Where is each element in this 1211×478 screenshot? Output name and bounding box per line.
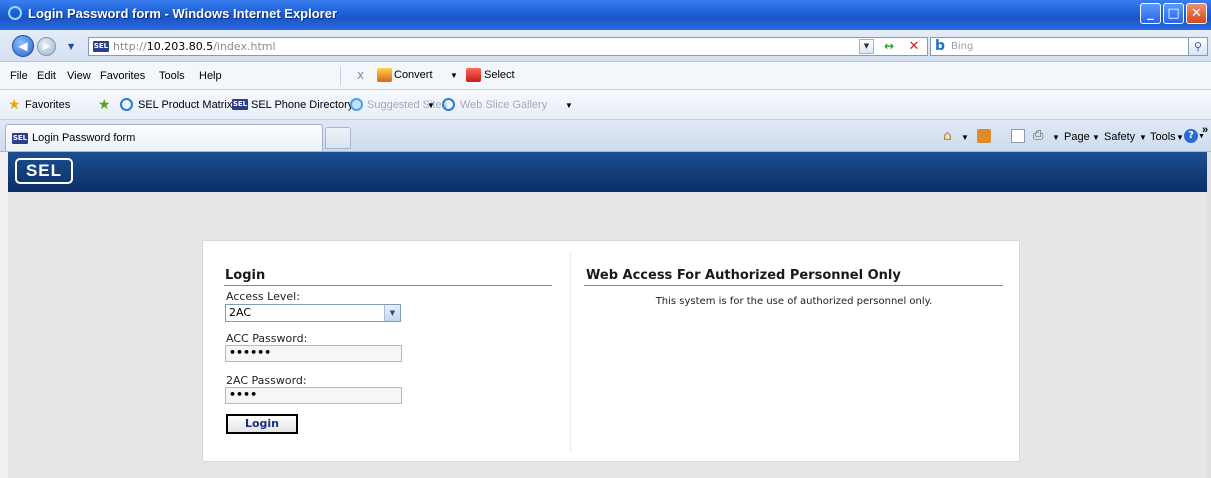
ie-page-icon [120,98,133,111]
tools-menu[interactable]: Tools [1150,131,1176,143]
maximize-icon: □ [1167,6,1180,21]
select-icon [466,68,481,82]
page-menu[interactable]: Page [1064,131,1090,143]
search-placeholder: Bing [951,41,974,52]
sel-favicon: SEL [232,99,248,110]
window-titlebar: Login Password form - Windows Internet E… [0,0,1211,30]
address-input[interactable]: SEL http://10.203.80.5/index.html [88,37,928,56]
url-path: /index.html [213,40,276,53]
forward-button[interactable]: ▶ [37,37,56,56]
close-icon: ✕ [1191,6,1202,21]
minimize-icon: _ [1147,6,1154,21]
login-heading: Login [225,268,266,283]
menu-bar: File Edit View Favorites Tools Help x Co… [0,62,1211,90]
menu-favorites[interactable]: Favorites [100,70,145,82]
search-icon: ⚲ [1193,40,1203,53]
address-toolbar: ◀ ▶ ▼ SEL http://10.203.80.5/index.html … [0,30,1211,62]
card-divider [570,253,571,453]
refresh-button[interactable]: ↔ [880,39,898,54]
tab-title: Login Password form [32,132,136,144]
url-scheme: http:// [113,40,147,53]
page-left-border [0,152,8,478]
access-level-select[interactable]: 2AC ▼ [225,304,401,322]
2ac-password-field[interactable]: •••• [225,387,402,404]
forward-arrow-icon: ▶ [42,41,51,52]
safety-menu[interactable]: Safety [1104,131,1135,143]
chevron-down-icon: ▼ [384,305,400,321]
help-icon[interactable]: ? [1184,129,1198,143]
url-host: 10.203.80.5 [146,40,214,53]
internet-explorer-icon [8,6,22,20]
convert-icon [377,68,392,82]
address-dropdown-button[interactable]: ▼ [859,39,874,54]
refresh-icon: ↔ [883,39,895,53]
menu-edit[interactable]: Edit [37,70,56,82]
notice-heading: Web Access For Authorized Personnel Only [586,268,901,283]
search-button[interactable]: ⚲ [1188,37,1208,56]
maximize-button[interactable]: □ [1163,3,1184,24]
favorite-web-slice-gallery[interactable]: Web Slice Gallery [460,99,547,111]
tools-dropdown-icon[interactable]: ▼ [1176,133,1184,142]
access-level-value: 2AC [229,306,252,319]
address-url: http://10.203.80.5/index.html [113,40,276,53]
feeds-icon[interactable] [977,129,991,143]
recent-pages-dropdown-icon[interactable]: ▼ [68,42,74,51]
favorites-bar: ★ Favorites ★ SEL Product Matrix SEL SEL… [0,90,1211,120]
menu-file[interactable]: File [10,70,28,82]
2ac-password-value: •••• [229,388,258,401]
window-title: Login Password form - Windows Internet E… [28,6,338,21]
suggested-sites-dropdown-icon[interactable]: ▼ [427,101,435,110]
add-to-favorites-icon[interactable]: ★ [98,98,111,112]
favorites-button[interactable]: Favorites [25,99,70,111]
read-mail-icon[interactable] [1011,129,1025,143]
menu-tools[interactable]: Tools [159,70,185,82]
page-right-border [1207,152,1211,478]
acc-password-label: ACC Password: [226,332,308,345]
web-slice-dropdown-icon[interactable]: ▼ [565,101,573,110]
menu-separator [340,67,341,85]
tab-favicon: SEL [12,133,28,144]
page-dropdown-icon[interactable]: ▼ [1092,133,1100,142]
acc-password-field[interactable]: •••••• [225,345,402,362]
home-icon[interactable]: ⌂ [943,129,957,143]
favorite-sel-phone-directory[interactable]: SEL Phone Directory [251,99,353,111]
tab-login-password-form[interactable]: SEL Login Password form [5,124,323,151]
print-icon[interactable]: ⎙ [1033,129,1047,143]
new-tab-button[interactable] [325,127,351,149]
print-dropdown-icon[interactable]: ▼ [1052,133,1060,142]
tab-bar: SEL Login Password form ⌂ ▼ ⎙ ▼ Page ▼ S… [0,120,1211,152]
site-favicon: SEL [93,41,109,52]
sel-banner: SEL [0,152,1211,192]
toolbar-overflow-icon[interactable]: » [1202,124,1208,136]
convert-button[interactable]: Convert [394,69,433,81]
sel-logo: SEL [15,158,73,184]
back-button[interactable]: ◀ [12,35,34,57]
menu-view[interactable]: View [67,70,91,82]
search-input[interactable]: b Bing [930,37,1190,56]
stop-button[interactable]: ✕ [905,39,923,54]
login-button[interactable]: Login [226,414,298,434]
toolbar-close-button[interactable]: x [357,68,364,82]
acc-password-value: •••••• [229,346,272,359]
suggested-sites-icon [350,98,363,111]
close-button[interactable]: ✕ [1186,3,1207,24]
minimize-button[interactable]: _ [1140,3,1161,24]
notice-text: This system is for the use of authorized… [655,296,933,307]
safety-dropdown-icon[interactable]: ▼ [1139,133,1147,142]
favorite-sel-product-matrix[interactable]: SEL Product Matrix [138,99,232,111]
access-level-label: Access Level: [226,290,300,303]
home-dropdown-icon[interactable]: ▼ [961,133,969,142]
select-button[interactable]: Select [484,69,515,81]
stop-icon: ✕ [908,39,920,54]
notice-heading-rule [584,285,1003,286]
back-arrow-icon: ◀ [18,39,28,53]
menu-help[interactable]: Help [199,70,222,82]
favorite-suggested-sites[interactable]: Suggested Sites [367,99,447,111]
convert-dropdown-icon[interactable]: ▼ [450,71,458,80]
login-heading-rule [224,285,552,286]
bing-logo-icon: b [935,38,946,54]
ie-page-icon [442,98,455,111]
2ac-password-label: 2AC Password: [226,374,307,387]
favorites-star-icon: ★ [8,97,21,113]
